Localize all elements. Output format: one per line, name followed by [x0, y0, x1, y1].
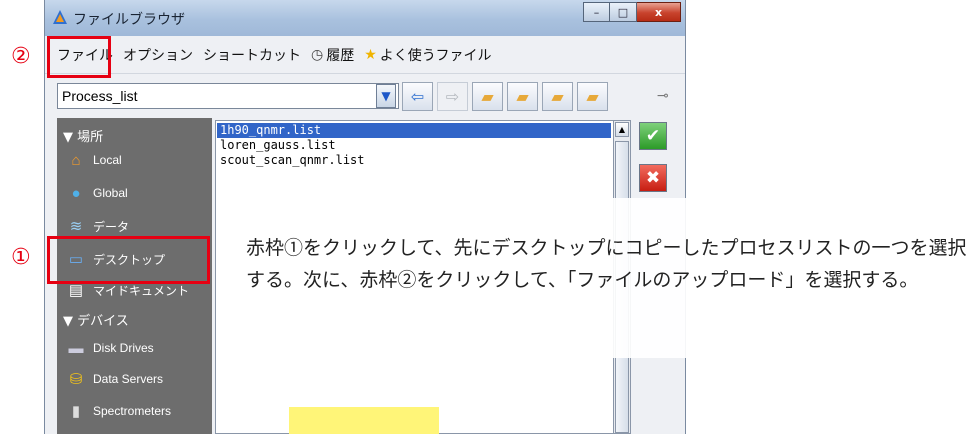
disk-drive-icon: ▬	[68, 339, 84, 357]
menu-options[interactable]: オプション	[123, 45, 193, 65]
folder-favorite-icon[interactable]: ▰	[542, 82, 573, 111]
menu-shortcuts[interactable]: ショートカット	[203, 45, 301, 65]
cancel-button[interactable]: ✖	[639, 164, 667, 192]
folder-up-icon[interactable]: ▰	[472, 82, 503, 111]
data-icon: ≋	[69, 218, 83, 235]
sidebar-item-data[interactable]: ≋ データ	[65, 214, 129, 238]
sidebar-item-data-servers[interactable]: ⛁ Data Servers	[65, 367, 163, 391]
file-row[interactable]: 1h90_qnmr.list	[217, 123, 611, 138]
spectrometer-icon: ▮	[71, 403, 81, 420]
clock-icon: ◷	[311, 46, 324, 63]
sidebar-item-global[interactable]: ● Global	[65, 181, 127, 205]
checkmark-icon: ✔	[645, 126, 661, 146]
menu-history[interactable]: ◷ 履歴	[311, 45, 354, 65]
devices-header[interactable]: ▼ デバイス	[63, 310, 129, 329]
back-arrow-icon[interactable]: ⇦	[402, 82, 433, 111]
menu-bar: ファイル オプション ショートカット ◷ 履歴 ★ よく使うファイル	[45, 36, 685, 74]
path-combobox[interactable]: Process_list	[57, 83, 399, 109]
chevron-down-icon[interactable]: ▼	[376, 84, 396, 108]
scroll-up-icon[interactable]: ▲	[615, 122, 629, 137]
forward-arrow-icon[interactable]: ⇨	[437, 82, 468, 111]
places-header[interactable]: ▼ 場所	[63, 126, 103, 145]
globe-icon: ●	[71, 184, 81, 202]
database-icon: ⛁	[69, 371, 83, 388]
pin-icon[interactable]: ⊸	[657, 88, 669, 104]
close-button[interactable]: x	[637, 2, 681, 22]
window-title: ファイルブラウザ	[73, 12, 185, 28]
sidebar-item-spectrometers[interactable]: ▮ Spectrometers	[65, 399, 171, 423]
sidebar-item-disk-drives[interactable]: ▬ Disk Drives	[65, 336, 154, 360]
app-logo-icon	[53, 10, 67, 24]
caption-buttons: – □ x	[583, 2, 681, 22]
file-row[interactable]: scout_scan_qnmr.list	[217, 153, 611, 168]
minimize-button[interactable]: –	[583, 2, 610, 22]
folder-new-icon[interactable]: ▰	[507, 82, 538, 111]
folder-refresh-icon[interactable]: ▰	[577, 82, 608, 111]
instruction-text: 赤枠①をクリックして、先にデスクトップにコピーしたプロセスリストの一つを選択する…	[246, 237, 967, 291]
menu-favorites[interactable]: ★ よく使うファイル	[364, 45, 491, 65]
annotation-box-2	[47, 36, 111, 78]
home-icon: ⌂	[71, 151, 81, 169]
file-row[interactable]: loren_gauss.list	[217, 138, 611, 153]
toolbar: Process_list ▼ ⇦ ⇨ ▰ ▰ ▰ ▰ ⊸	[45, 80, 685, 112]
maximize-button[interactable]: □	[610, 2, 637, 22]
star-icon: ★	[364, 46, 377, 63]
annotation-box-1	[47, 236, 210, 284]
highlight-patch	[289, 407, 439, 434]
annotation-marker-1: ①	[11, 245, 31, 270]
sidebar-item-local[interactable]: ⌂ Local	[65, 148, 121, 172]
annotation-marker-2: ②	[11, 44, 31, 69]
close-icon: ✖	[645, 168, 661, 188]
title-bar[interactable]: ファイルブラウザ – □ x	[45, 0, 685, 36]
ok-button[interactable]: ✔	[639, 122, 667, 150]
